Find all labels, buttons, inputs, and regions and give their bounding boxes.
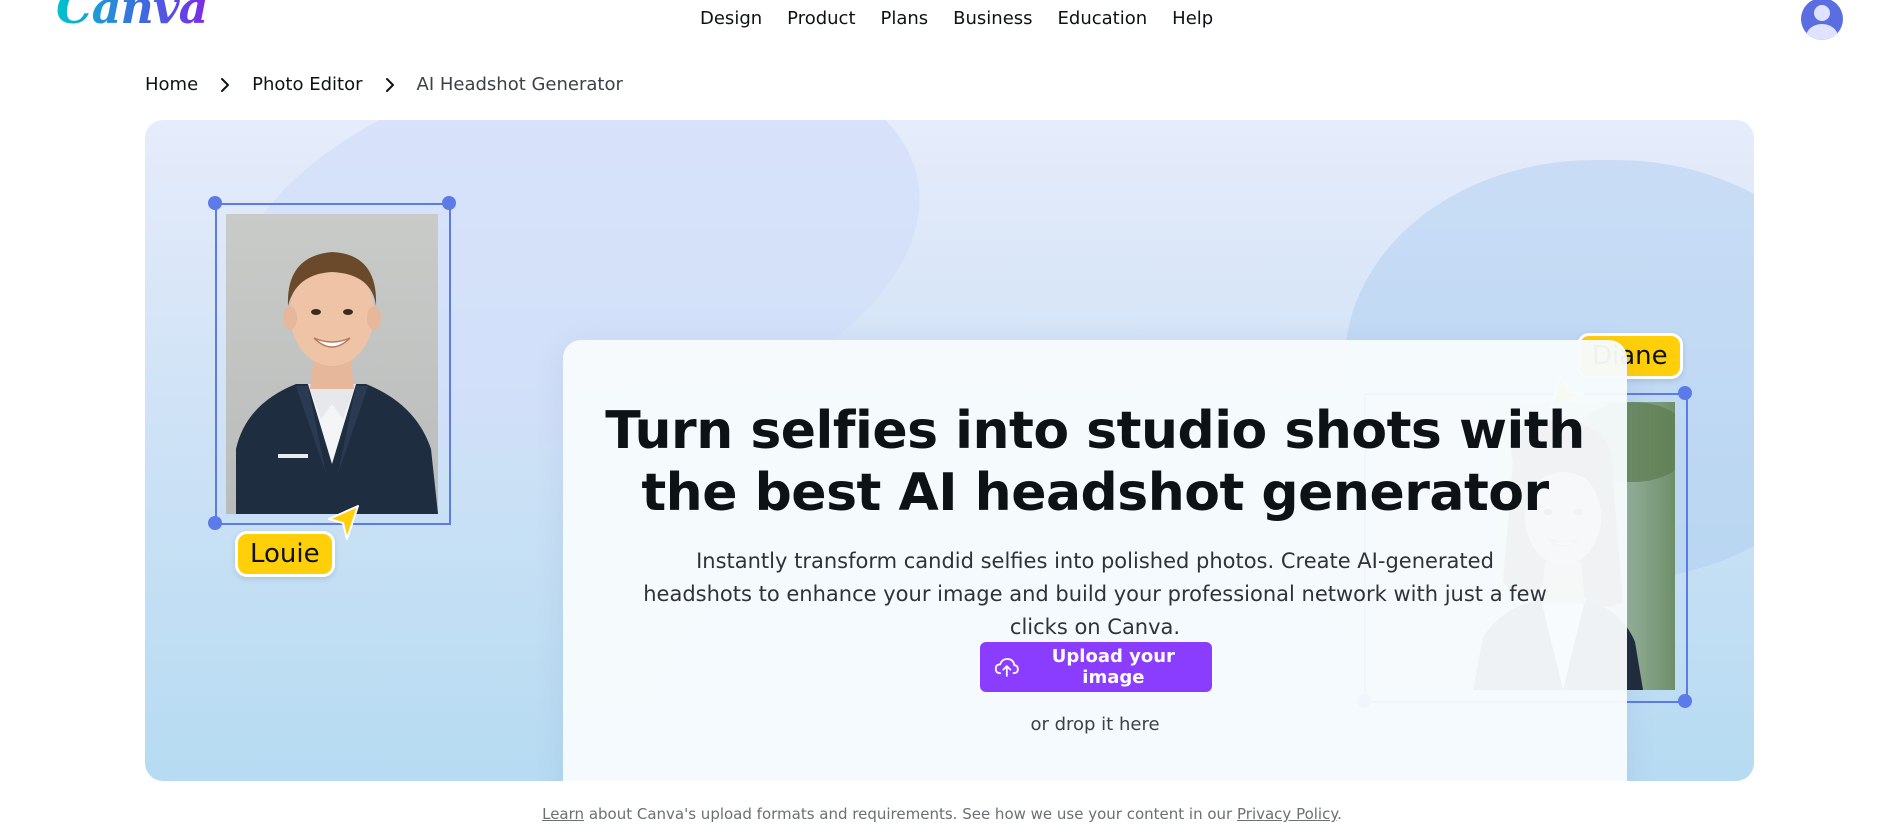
breadcrumb-photo-editor[interactable]: Photo Editor	[252, 74, 362, 95]
nav-help[interactable]: Help	[1172, 8, 1213, 29]
footnote-text: about Canva's upload formats and require…	[584, 805, 1237, 823]
upload-image-button[interactable]: Upload your image	[980, 642, 1212, 692]
breadcrumb-current: AI Headshot Generator	[416, 74, 623, 95]
breadcrumb-home[interactable]: Home	[145, 74, 198, 95]
name-tag-louie: Louie	[235, 531, 335, 577]
upload-button-label: Upload your image	[1051, 646, 1175, 688]
upload-cloud-icon	[994, 658, 1019, 677]
cursor-pointer-icon	[328, 505, 359, 540]
page-title: Turn selfies into studio shots with the …	[605, 401, 1585, 523]
chevron-right-icon	[221, 77, 230, 92]
privacy-policy-link[interactable]: Privacy Policy	[1237, 805, 1337, 823]
nav-design[interactable]: Design	[700, 8, 762, 29]
upload-footnote: Learn about Canva's upload formats and r…	[0, 805, 1884, 823]
resize-handle[interactable]	[208, 516, 222, 530]
hero-section: Louie Diane Turn selfies into studio sho…	[145, 120, 1754, 781]
resize-handle[interactable]	[208, 196, 222, 210]
chevron-right-icon	[385, 77, 394, 92]
drop-zone-hint: or drop it here	[1030, 714, 1160, 735]
main-nav: Design Product Plans Business Education …	[700, 8, 1213, 29]
nav-business[interactable]: Business	[953, 8, 1032, 29]
nav-product[interactable]: Product	[787, 8, 855, 29]
resize-handle[interactable]	[442, 196, 456, 210]
resize-handle[interactable]	[1678, 386, 1692, 400]
resize-handle[interactable]	[1678, 694, 1692, 708]
headshot-photo-man	[226, 214, 438, 514]
footnote-end: .	[1337, 805, 1342, 823]
breadcrumb: Home Photo Editor AI Headshot Generator	[145, 74, 623, 95]
user-avatar-icon[interactable]	[1801, 0, 1843, 40]
hero-description: Instantly transform candid selfies into …	[643, 549, 1547, 639]
canva-logo[interactable]: Canva	[56, 0, 208, 30]
nav-education[interactable]: Education	[1058, 8, 1148, 29]
man-illustration	[236, 252, 438, 514]
nav-plans[interactable]: Plans	[881, 8, 929, 29]
upload-card[interactable]: Turn selfies into studio shots with the …	[563, 340, 1627, 781]
learn-link[interactable]: Learn	[542, 805, 584, 823]
